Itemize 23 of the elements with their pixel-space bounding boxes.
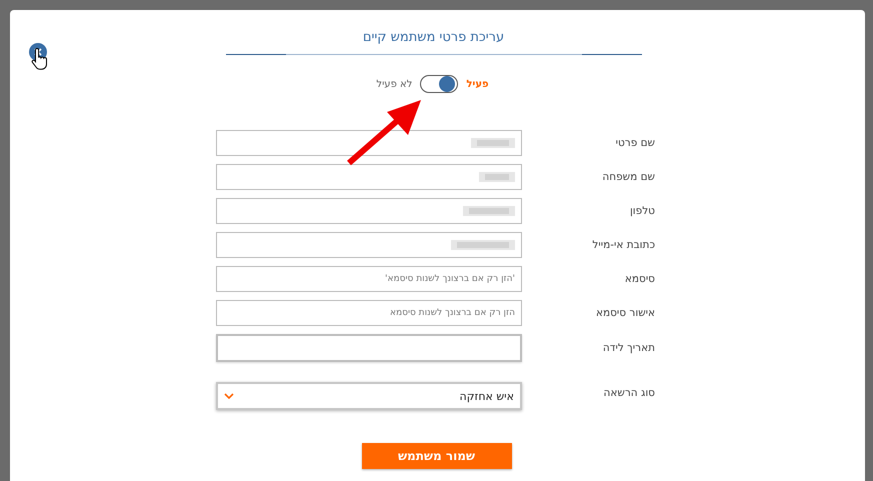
field-label: אישור סיסמא: [594, 307, 655, 319]
field-label: שם פרטי: [614, 137, 655, 149]
input-field[interactable]: [216, 198, 522, 224]
field-label: טלפון: [628, 205, 655, 217]
hand-cursor-icon: [31, 47, 49, 71]
dialog-title: עריכת פרטי משתמש קיים: [226, 30, 642, 55]
field-label: סוג הרשאה: [602, 387, 655, 399]
input-field[interactable]: הזן רק אם ברצונך לשנות סיסמא: [216, 300, 522, 326]
dropdown[interactable]: איש אחזקה: [216, 382, 522, 410]
field-label: תאריך לידה: [602, 342, 655, 354]
field-label: כתובת אי-מייל: [591, 239, 655, 251]
date-field[interactable]: [216, 334, 522, 362]
caret-icon: [224, 393, 234, 399]
save-button[interactable]: שמור משתמש: [362, 443, 512, 469]
input-field[interactable]: [216, 232, 522, 258]
active-label: פעיל: [466, 78, 489, 90]
field-label: סיסמא: [624, 273, 655, 285]
inactive-label: לא פעיל: [376, 78, 412, 90]
input-field[interactable]: [216, 164, 522, 190]
status-toggle[interactable]: [420, 75, 458, 93]
input-field[interactable]: 'הזן רק אם ברצונך לשנות סיסמא': [216, 266, 522, 292]
input-field[interactable]: [216, 130, 522, 156]
field-label: שם משפחה: [601, 171, 655, 183]
